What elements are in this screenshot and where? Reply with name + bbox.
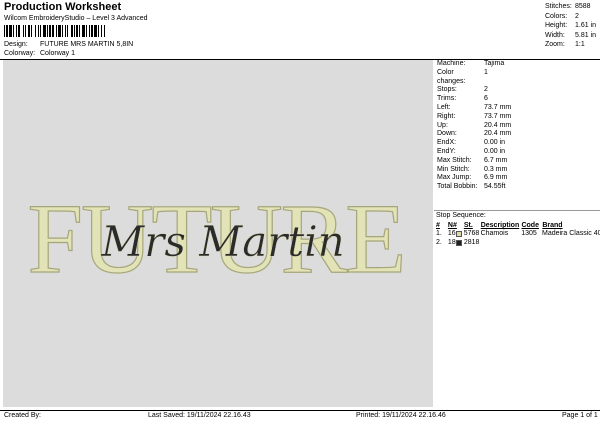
table-row: 1. 16 5768 Chamois 1305 Madeira Classic …: [436, 230, 600, 237]
prop-right: Right: 73.7 mm: [437, 112, 512, 120]
summary-stats: Stitches: 8588 Colors: 2 Height: 1.61 in Wi…: [545, 2, 599, 50]
prop-max-stitch: Max Stitch: 6.7 mm: [437, 156, 508, 164]
prop-machine: Machine: Tajima: [437, 60, 505, 67]
prop-min-stitch: Min Stitch: 0.3 mm: [437, 165, 508, 173]
color-swatch: [455, 230, 464, 237]
divider-footer: [0, 410, 600, 411]
prop-stops: Stops: 2: [437, 86, 488, 94]
page-title: Production Worksheet: [4, 1, 122, 13]
colorway-value: Colorway 1: [40, 50, 76, 57]
page-number: Page 1 of 1: [562, 412, 598, 419]
design-preview: FUTURE Mrs Martin: [3, 60, 433, 407]
last-saved: Last Saved: 19/11/2024 22.16.43: [148, 412, 251, 419]
prop-total-bobbin: Total Bobbin: 54.55ft: [437, 183, 506, 191]
prop-endy: EndY: 0.00 in: [437, 147, 506, 155]
prop-max-jump: Max Jump: 6.9 mm: [437, 174, 508, 182]
stat-width: Width: 5.81 in: [545, 31, 597, 39]
software-name: Wilcom EmbroideryStudio – Level 3 Advanc…: [4, 15, 148, 22]
stat-stitches: Stitches: 8588: [545, 3, 591, 10]
machine-properties: Machine: Tajima Color changes: 1 Stops: 2 T…: [436, 60, 600, 192]
divider-stop: [434, 210, 600, 211]
prop-left: Left: 73.7 mm: [437, 103, 512, 111]
prop-color-changes: Color changes: 1: [437, 68, 488, 85]
stat-colors: Colors: 2: [545, 12, 579, 20]
stat-zoom: Zoom: 1:1: [545, 41, 585, 48]
prop-trims: Trims: 6: [437, 95, 488, 103]
colorway-row: Colorway: Colorway 1: [4, 50, 75, 57]
design-row: Design: FUTURE MRS MARTIN 5,8IN: [4, 41, 133, 48]
stop-table-header: # N# St. Description Code Brand: [436, 222, 563, 229]
colorway-label: Colorway:: [4, 50, 36, 57]
created-by: Created By:: [4, 412, 41, 419]
barcode: [4, 25, 154, 37]
prop-down: Down: 20.4 mm: [437, 130, 512, 138]
stop-sequence-table: # N# St. Description Code Brand 1. 16 57…: [436, 222, 600, 247]
table-row: 2. 18 2818: [436, 239, 480, 246]
design-label: Design:: [4, 41, 28, 48]
prop-up: Up: 20.4 mm: [437, 121, 512, 129]
printed-date: Printed: 19/11/2024 22.16.46: [356, 412, 446, 419]
stat-height: Height: 1.61 in: [545, 22, 597, 29]
prop-endx: EndX: 0.00 in: [437, 139, 506, 147]
stop-sequence-title: Stop Sequence:: [436, 212, 486, 219]
design-script-text: Mrs Martin: [100, 217, 344, 266]
design-value: FUTURE MRS MARTIN 5,8IN: [40, 41, 134, 48]
color-swatch: [455, 239, 464, 246]
